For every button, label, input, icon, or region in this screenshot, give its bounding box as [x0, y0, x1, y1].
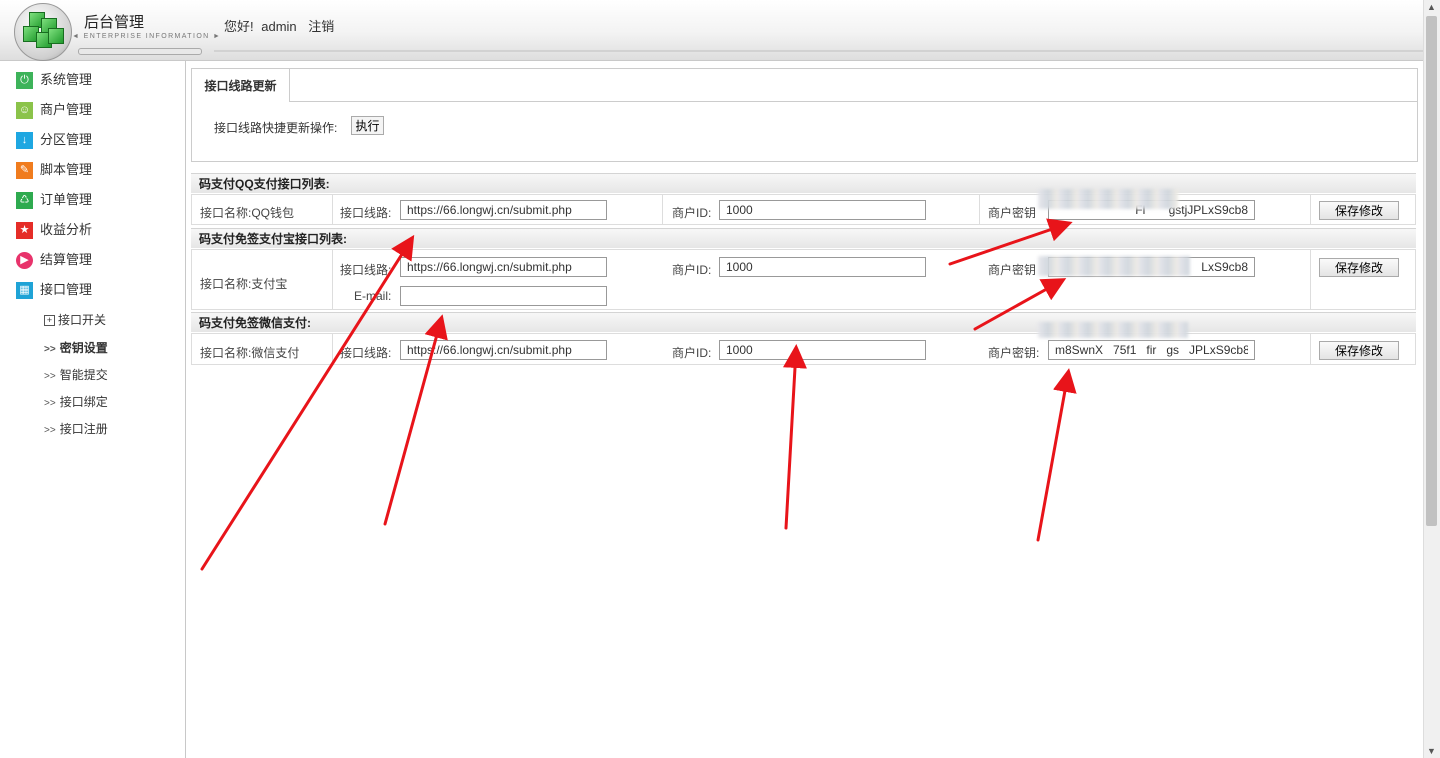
section-title-alipay: 码支付免签支付宝接口列表:	[191, 228, 1416, 248]
alipay-email-input[interactable]	[400, 286, 607, 306]
sidebar-item-merchant[interactable]: ☺ 商户管理	[16, 99, 92, 121]
key-redaction-blur	[1038, 322, 1188, 338]
qq-merchant-input[interactable]	[719, 200, 926, 220]
user-greeting: 您好! admin 注销	[224, 16, 338, 35]
sidebar-item-script[interactable]: ✎ 脚本管理	[16, 159, 92, 181]
chevron-right-icon: >>	[44, 425, 56, 436]
sidebar-item-orders[interactable]: ♺ 订单管理	[16, 189, 92, 211]
sidebar-item-interface[interactable]: ▦ 接口管理	[16, 279, 92, 301]
smile-icon: ☺	[16, 102, 33, 120]
sidebar-sub-interface-register[interactable]: >> 接口注册	[44, 420, 108, 437]
alipay-route-label: 接口线路:	[340, 263, 392, 277]
power-icon: ⏻	[16, 72, 33, 90]
recycle-icon: ♺	[16, 192, 33, 210]
expand-icon: +	[44, 315, 55, 327]
star-icon: ★	[16, 222, 33, 240]
grid-icon: ▦	[16, 282, 33, 300]
sidebar-sub-key-settings[interactable]: >> 密钥设置	[44, 339, 108, 356]
wechat-row: 接口名称:微信支付 接口线路: 商户ID: 商户密钥: 保存修改	[191, 322, 1416, 365]
greeting-text: 您好!	[224, 19, 254, 34]
qq-merchant-label: 商户ID:	[672, 206, 712, 220]
qq-name-label: 接口名称:QQ钱包	[200, 206, 295, 220]
chevron-right-icon: >>	[44, 398, 56, 409]
quick-update-label: 接口线路快捷更新操作:	[214, 121, 338, 135]
sidebar-item-system[interactable]: ⏻ 系统管理	[16, 69, 92, 91]
wechat-name-label: 接口名称:微信支付	[200, 346, 300, 360]
route-update-panel: 接口线路更新 接口线路快捷更新操作: 执行	[191, 68, 1418, 162]
alipay-name-label: 接口名称:支付宝	[200, 277, 288, 291]
app-subtitle: ◄ ENTERPRISE INFORMATION ►	[72, 33, 222, 40]
page-scrollbar[interactable]: ▲ ▼	[1423, 0, 1440, 758]
wechat-merchant-input[interactable]	[719, 340, 926, 360]
qq-route-input[interactable]	[400, 200, 607, 220]
wechat-merchant-label: 商户ID:	[672, 346, 712, 360]
section-title-wechat: 码支付免签微信支付:	[191, 312, 1416, 332]
alipay-save-button[interactable]: 保存修改	[1319, 258, 1399, 277]
alipay-key-label: 商户密钥	[988, 263, 1037, 277]
sidebar-sub-interface-bind[interactable]: >> 接口绑定	[44, 393, 108, 410]
chevron-right-icon: >>	[44, 344, 56, 355]
tab-route-update[interactable]: 接口线路更新	[192, 69, 290, 101]
username: admin	[261, 19, 297, 34]
header: 后台管理 ◄ ENTERPRISE INFORMATION ► 您好! admi…	[0, 0, 1424, 61]
main-content: 接口线路更新 接口线路快捷更新操作: 执行 码支付QQ支付接口列表: 接口名称:…	[186, 61, 1424, 758]
wechat-route-input[interactable]	[400, 340, 607, 360]
play-icon: ▶	[16, 252, 33, 270]
chevron-right-icon: >>	[44, 371, 56, 382]
sidebar-item-partition[interactable]: ↓ 分区管理	[16, 129, 92, 151]
header-divider	[214, 50, 1424, 52]
sidebar-sub-smart-submit[interactable]: >> 智能提交	[44, 366, 108, 383]
app-title: 后台管理	[84, 14, 145, 31]
alipay-route-input[interactable]	[400, 257, 607, 277]
sidebar-sub-interface-switch[interactable]: + 接口开关	[44, 311, 106, 328]
wechat-key-label: 商户密钥:	[988, 346, 1040, 360]
download-icon: ↓	[16, 132, 33, 150]
alipay-merchant-label: 商户ID:	[672, 263, 712, 277]
scroll-down-arrow-icon[interactable]: ▼	[1427, 746, 1436, 756]
sidebar: ⏻ 系统管理 ☺ 商户管理 ↓ 分区管理 ✎ 脚本管理 ♺ 订单管理 ★ 收益分析 ▶ 结算管…	[0, 61, 186, 758]
alipay-merchant-input[interactable]	[719, 257, 926, 277]
qq-key-label: 商户密钥	[988, 206, 1037, 220]
sidebar-item-settlement[interactable]: ▶ 结算管理	[16, 249, 92, 271]
logout-link[interactable]: 注销	[308, 19, 334, 34]
cube-logo-icon	[14, 3, 72, 61]
qq-save-button[interactable]: 保存修改	[1319, 201, 1399, 220]
wechat-key-input[interactable]	[1048, 340, 1255, 360]
alipay-email-label: E-mail:	[354, 289, 392, 303]
wechat-save-button[interactable]: 保存修改	[1319, 341, 1399, 360]
wechat-route-label: 接口线路:	[340, 346, 392, 360]
sidebar-item-revenue[interactable]: ★ 收益分析	[16, 219, 92, 241]
key-redaction-blur	[1038, 189, 1178, 209]
header-decor-bar	[78, 48, 202, 55]
scroll-up-arrow-icon[interactable]: ▲	[1427, 2, 1436, 12]
scrollbar-thumb[interactable]	[1426, 16, 1437, 526]
qq-row: 接口名称:QQ钱包 接口线路: 商户ID: 商户密钥 保存修改	[191, 189, 1416, 225]
execute-button[interactable]: 执行	[351, 116, 384, 135]
alipay-row: 接口名称:支付宝 接口线路: 商户ID: 商户密钥 E-mail: 保存修改	[191, 249, 1416, 310]
key-redaction-blur	[1038, 256, 1190, 276]
pencil-icon: ✎	[16, 162, 33, 180]
section-title-qq: 码支付QQ支付接口列表:	[191, 173, 1416, 193]
qq-route-label: 接口线路:	[340, 206, 392, 220]
